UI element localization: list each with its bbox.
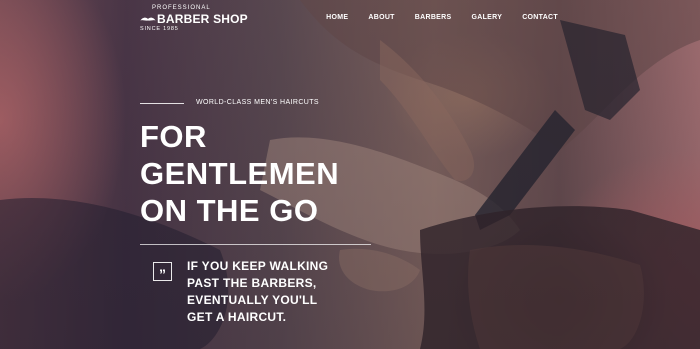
logo-name: BARBER SHOP [140,12,248,26]
quote-line: PAST THE BARBERS, [187,276,317,290]
headline-line: ON THE GO [140,193,319,228]
nav-home[interactable]: HOME [326,14,348,21]
logo-professional-text: PROFESSIONAL [152,5,211,11]
headline-line: FOR [140,119,207,154]
quote-line: GET A HAIRCUT. [187,310,287,324]
logo-name-text: BARBER SHOP [157,12,248,26]
quote-icon: ” [153,262,172,282]
quote-line: IF YOU KEEP WALKING [187,259,329,273]
hero-quote: IF YOU KEEP WALKING PAST THE BARBERS, EV… [187,258,328,326]
mustache-icon [140,17,156,21]
nav-barbers[interactable]: BARBERS [415,14,452,21]
logo-since-text: SINCE 1985 [140,26,179,32]
main-nav: HOME ABOUT BARBERS GALERY CONTACT [326,14,558,21]
headline-line: GENTLEMEN [140,156,340,191]
tagline-rule [140,103,184,104]
quote-line: EVENTUALLY YOU'LL [187,293,318,307]
nav-galery[interactable]: GALERY [471,14,502,21]
nav-about[interactable]: ABOUT [368,14,394,21]
nav-contact[interactable]: CONTACT [522,14,558,21]
hero-tagline: WORLD-CLASS MEN'S HAIRCUTS [196,99,319,106]
hero-headline: FOR GENTLEMEN ON THE GO [140,118,339,229]
hero-section: PROFESSIONAL BARBER SHOP SINCE 1985 HOME… [0,0,700,349]
hero-divider [140,244,371,245]
